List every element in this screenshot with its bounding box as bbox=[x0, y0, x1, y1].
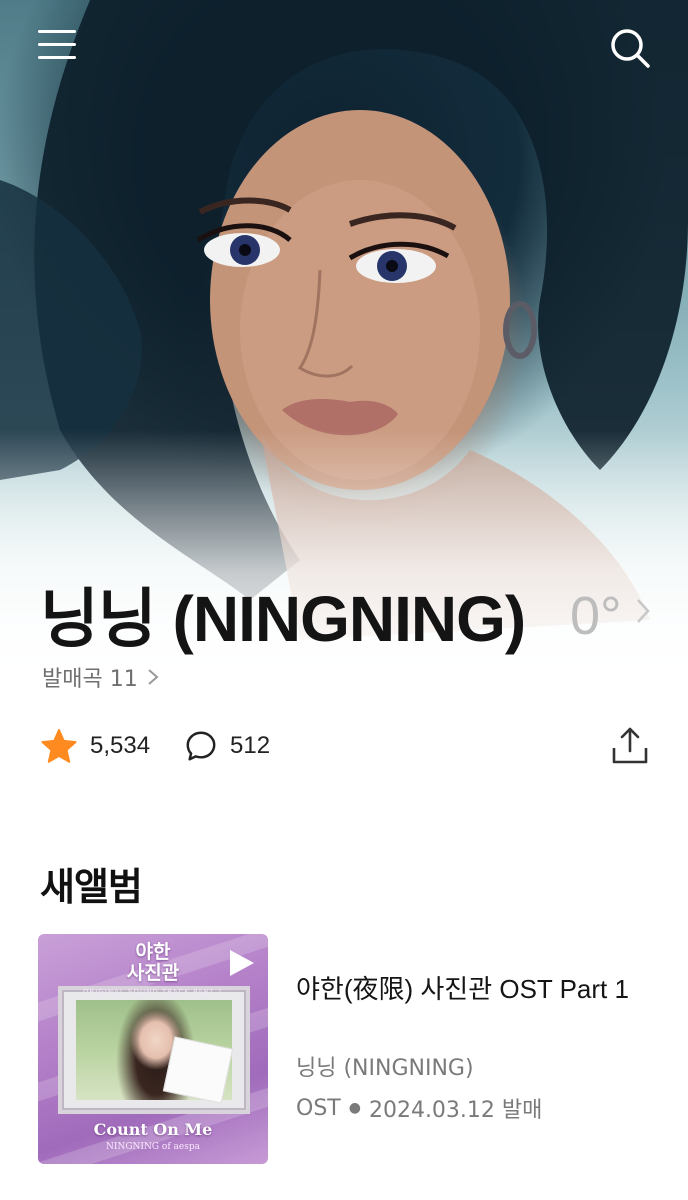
play-icon[interactable] bbox=[226, 948, 256, 978]
search-icon[interactable] bbox=[608, 26, 652, 70]
album-title[interactable]: 야한(夜限) 사진관 OST Part 1 bbox=[296, 970, 646, 1008]
comment-count: 512 bbox=[230, 732, 271, 759]
favorite-button[interactable]: 5,534 bbox=[40, 724, 150, 768]
separator-dot: ● bbox=[348, 1100, 361, 1116]
release-count-label: 발매곡 11 bbox=[42, 667, 138, 692]
temperature-value: 0° bbox=[570, 586, 622, 646]
comment-bubble-icon bbox=[186, 731, 216, 761]
chevron-right-icon bbox=[637, 599, 650, 623]
cover-photo bbox=[76, 1000, 234, 1104]
comment-button[interactable]: 512 bbox=[184, 724, 270, 768]
share-icon[interactable] bbox=[610, 726, 650, 766]
artist-name: 닝닝 (NINGNING) bbox=[40, 583, 526, 655]
temperature-link[interactable]: 0° bbox=[570, 584, 670, 648]
cover-frame bbox=[58, 986, 250, 1114]
cover-title: 야한 사진관 bbox=[126, 941, 180, 984]
album-type: OST bbox=[296, 1095, 341, 1121]
cover-song-title: Count On Me bbox=[93, 1120, 213, 1139]
album-cover[interactable]: 야한 사진관 ORIGINAL SOUND TRACK PART 1 Count… bbox=[38, 934, 268, 1164]
new-album-card[interactable]: 야한 사진관 ORIGINAL SOUND TRACK PART 1 Count… bbox=[38, 934, 648, 1166]
cover-subtitle: ORIGINAL SOUND TRACK PART 1 bbox=[82, 988, 224, 996]
chevron-right-icon bbox=[148, 669, 159, 685]
favorite-count: 5,534 bbox=[90, 732, 151, 759]
star-icon bbox=[41, 728, 77, 763]
stats-row: 5,534 512 bbox=[40, 724, 650, 768]
album-meta: OST ● 2024.03.12 발매 bbox=[296, 1092, 542, 1124]
menu-icon[interactable] bbox=[38, 28, 80, 62]
album-artist[interactable]: 닝닝 (NINGNING) bbox=[296, 1050, 474, 1082]
section-title-new-album: 새앨범 bbox=[40, 865, 143, 909]
album-release-date: 2024.03.12 발매 bbox=[368, 1098, 543, 1123]
release-count-link[interactable]: 발매곡 11 bbox=[42, 662, 160, 692]
cover-credit: NINGNING of aespa bbox=[106, 1142, 200, 1152]
